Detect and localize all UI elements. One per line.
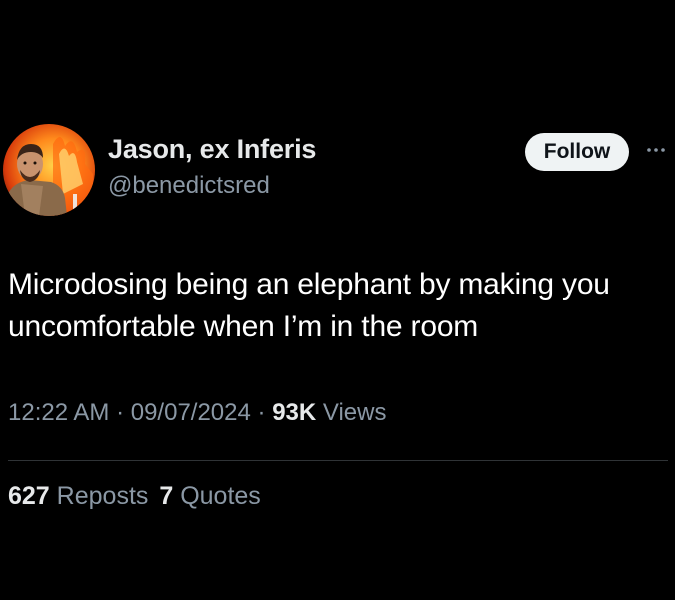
views-label: Views [316,399,387,426]
tweet-date[interactable]: 09/07/2024 [131,399,251,426]
reposts-label: Reposts [56,482,149,510]
author-avatar[interactable] [3,124,95,216]
more-horizontal-icon[interactable] [645,143,667,155]
follow-button[interactable]: Follow [525,133,629,171]
divider [8,460,668,461]
tweet-meta: 12:22 AM · 09/07/2024 · 93K Views [8,399,386,427]
meta-separator: · [250,399,273,426]
quotes-link[interactable]: 7 Quotes [159,482,260,510]
author-handle[interactable]: @benedictsred [108,172,270,200]
reposts-count: 627 [8,482,50,510]
tweet-card: Jason, ex Inferis @benedictsred Follow M… [0,0,675,600]
views-count: 93K [272,399,317,426]
quotes-label: Quotes [180,482,261,510]
meta-separator: · [109,399,131,426]
reposts-link[interactable]: 627 Reposts [8,482,148,510]
quotes-count: 7 [159,482,174,510]
tweet-stats: 627 Reposts 7 Quotes [8,482,261,511]
avatar-image [3,124,95,216]
tweet-text: Microdosing being an elephant by making … [8,268,610,343]
tweet-time[interactable]: 12:22 AM [8,399,109,426]
author-display-name[interactable]: Jason, ex Inferis [108,134,316,165]
